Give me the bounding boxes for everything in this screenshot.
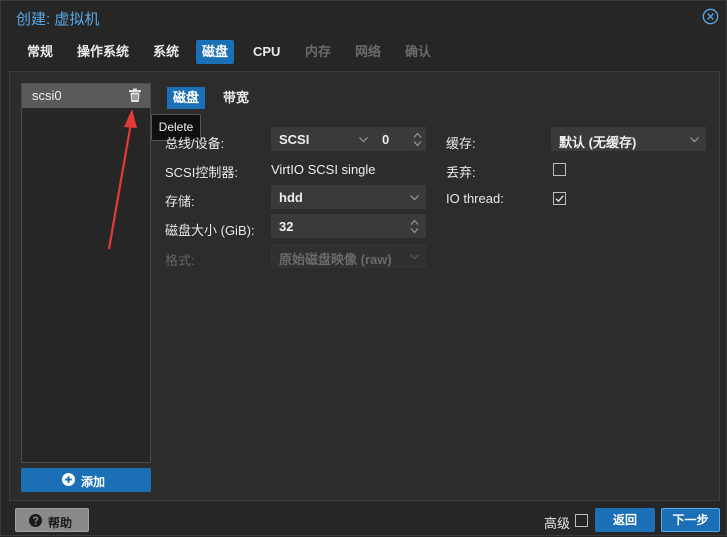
disk-list: scsi0 [21, 83, 151, 463]
cache-select[interactable]: 默认 (无缓存) [551, 127, 706, 151]
add-disk-label: 添加 [81, 475, 106, 489]
tab-memory: 内存 [305, 44, 332, 59]
help-label: 帮助 [48, 516, 73, 530]
chevron-down-icon [410, 195, 419, 201]
scsi-controller-label: SCSI控制器: [165, 165, 238, 180]
dialog-title: 创建: 虚拟机 [16, 11, 100, 28]
subtab-bandwidth[interactable]: 带宽 [217, 87, 255, 109]
checkmark-icon [555, 195, 564, 203]
discard-label: 丢弃: [446, 165, 476, 180]
create-vm-dialog: 创建: 虚拟机 常规 操作系统 系统 磁盘 CPU 内存 网络 确认 scsi0 [0, 0, 727, 536]
advanced-label: 高级 [544, 516, 571, 531]
format-select: 原始磁盘映像 (raw) [271, 244, 426, 268]
disk-list-item-scsi0[interactable]: scsi0 [22, 84, 150, 108]
tab-disks[interactable]: 磁盘 [196, 40, 235, 64]
format-label: 格式: [165, 253, 195, 268]
spinner-icon[interactable] [410, 218, 419, 235]
tab-network: 网络 [355, 44, 382, 59]
back-button[interactable]: 返回 [595, 508, 655, 532]
spinner-icon[interactable] [413, 131, 422, 148]
chevron-down-icon [690, 137, 699, 143]
tab-cpu[interactable]: CPU [247, 40, 286, 64]
bus-select[interactable]: SCSI [271, 127, 375, 151]
advanced-checkbox[interactable] [575, 514, 588, 527]
add-disk-button[interactable]: 添加 [21, 468, 151, 492]
tab-general[interactable]: 常规 [21, 40, 59, 64]
cache-value: 默认 (无缓存) [559, 135, 637, 150]
scsi-controller-value: VirtIO SCSI single [271, 162, 376, 177]
storage-label: 存储: [165, 194, 195, 209]
format-value: 原始磁盘映像 (raw) [279, 252, 392, 267]
help-button[interactable]: 帮助 [15, 508, 89, 532]
chevron-down-icon [359, 137, 368, 143]
trash-icon[interactable] [128, 88, 142, 103]
storage-value: hdd [279, 190, 303, 205]
tab-os[interactable]: 操作系统 [71, 40, 135, 64]
device-number-value: 0 [382, 132, 390, 147]
title-bar: 创建: 虚拟机 [1, 1, 727, 33]
storage-select[interactable]: hdd [271, 185, 426, 209]
disk-size-label: 磁盘大小 (GiB): [165, 223, 255, 238]
close-icon[interactable] [702, 8, 719, 25]
disk-config-panel: scsi0 Delete 添加 磁盘 带宽 总线/设备: SCSI 0 SCSI… [9, 71, 720, 501]
bus-device-label: 总线/设备: [165, 136, 225, 151]
question-circle-icon [29, 514, 42, 527]
plus-circle-icon [62, 473, 75, 486]
subtab-disk[interactable]: 磁盘 [167, 87, 206, 109]
tab-system[interactable]: 系统 [147, 40, 185, 64]
device-number-input[interactable]: 0 [374, 127, 426, 151]
next-button[interactable]: 下一步 [661, 508, 720, 532]
bus-value: SCSI [279, 132, 310, 147]
disk-size-input[interactable]: 32 [271, 214, 426, 238]
discard-checkbox[interactable] [553, 163, 566, 176]
wizard-tabs: 常规 操作系统 系统 磁盘 CPU 内存 网络 确认 [1, 40, 727, 65]
disk-item-label: scsi0 [32, 88, 62, 103]
chevron-down-icon [410, 254, 419, 260]
disk-size-value: 32 [279, 219, 294, 234]
cache-label: 缓存: [446, 136, 476, 151]
tab-confirm: 确认 [405, 44, 432, 59]
io-thread-checkbox[interactable] [553, 192, 566, 205]
io-thread-label: IO thread: [446, 191, 504, 206]
